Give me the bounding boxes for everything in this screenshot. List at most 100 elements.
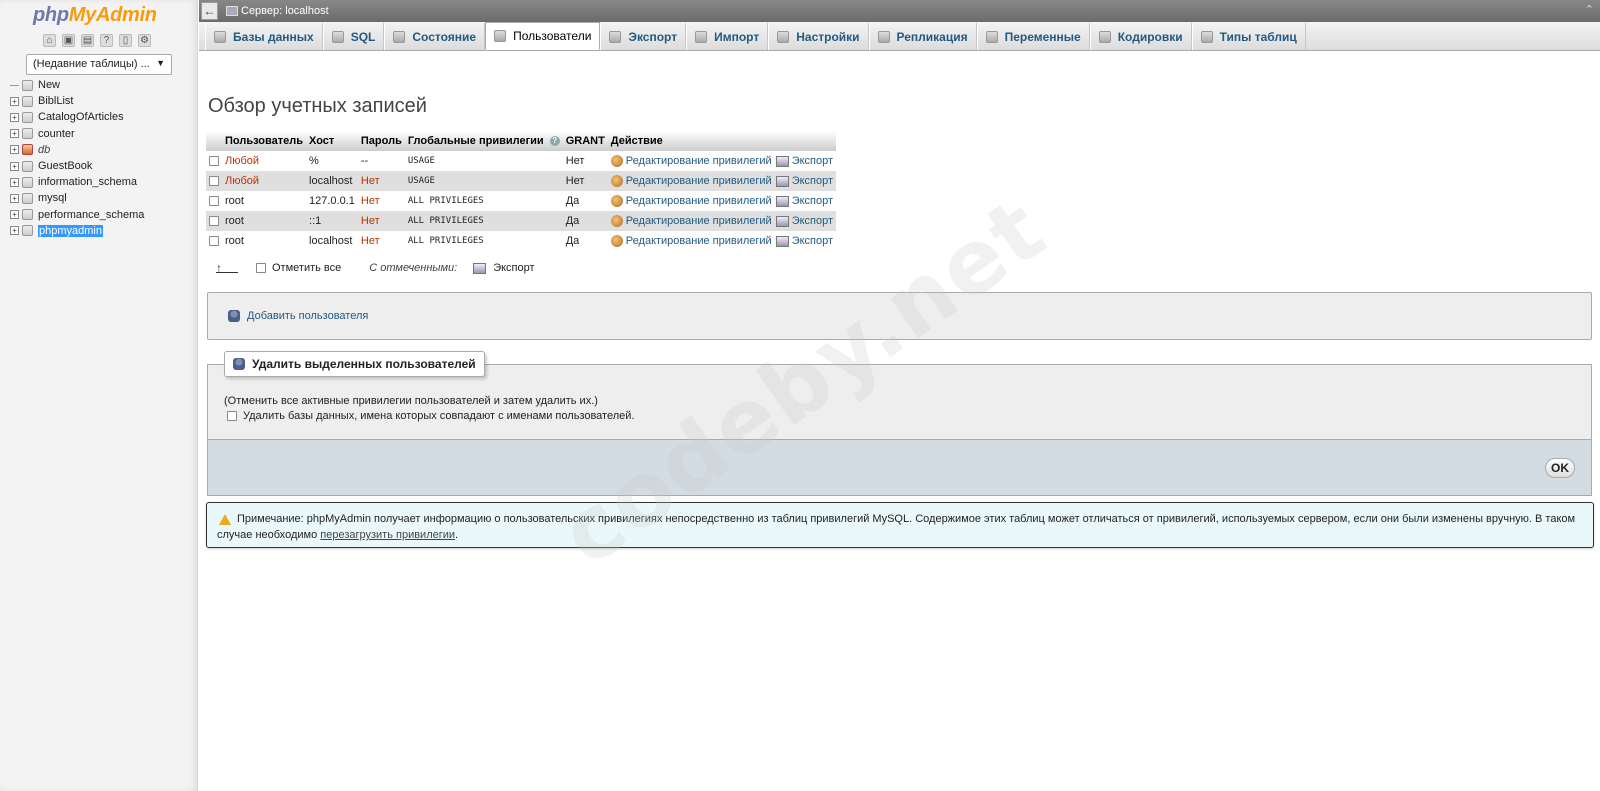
database-icon[interactable] [22,95,33,107]
expand-icon[interactable]: + [10,96,19,106]
tab-8[interactable]: Переменные [976,23,1090,50]
tab-0[interactable]: Базы данных [205,23,323,50]
export-icon[interactable] [775,195,789,207]
database-icon[interactable] [22,192,33,204]
check-all-checkbox[interactable] [256,263,266,273]
export-icon[interactable] [775,235,789,247]
phpmyadmin-logo[interactable]: phpMyAdmin [33,4,157,27]
expand-icon[interactable]: + [10,145,19,155]
drop-databases-label[interactable]: Удалить базы данных, имена которых совпа… [243,410,634,422]
query-icon[interactable]: ▤ [81,34,94,47]
row-checkbox[interactable] [209,196,219,207]
exit-icon[interactable]: ▣ [62,34,75,47]
help-icon[interactable]: ? [549,136,560,147]
expand-icon[interactable]: + [10,226,19,236]
tab-10[interactable]: Типы таблиц [1191,23,1306,50]
gear-icon[interactable]: ⚙ [138,34,151,47]
edit-privileges-icon[interactable] [610,195,623,208]
tree-item-catalogofarticles[interactable]: + CatalogOfArticles [10,109,144,125]
add-user-link[interactable]: Добавить пользователя [247,310,368,322]
expand-icon[interactable]: + [10,177,19,187]
tree-item-label[interactable]: CatalogOfArticles [38,111,124,123]
collapse-icon[interactable]: ⌃ [1585,3,1594,16]
header-global-privileges[interactable]: Глобальные привилегии? [404,131,563,151]
database-icon[interactable] [22,144,33,156]
tree-item-counter[interactable]: + counter [10,126,144,142]
export-link[interactable]: Экспорт [792,195,833,207]
tree-item-phpmyadmin[interactable]: + phpmyadmin [10,223,144,239]
tab-3[interactable]: Пользователи [485,22,601,50]
tab-9[interactable]: Кодировки [1089,23,1192,50]
tree-item-label[interactable]: performance_schema [38,209,144,221]
check-all-label[interactable]: Отметить все [272,262,341,274]
expand-icon[interactable]: + [10,193,19,203]
header-host[interactable]: Хост [306,131,358,151]
tab-2[interactable]: Состояние [384,23,486,50]
tab-4[interactable]: Экспорт [600,23,687,50]
tab-7[interactable]: Репликация [868,23,977,50]
edit-privileges-link[interactable]: Редактирование привилегий [626,155,772,167]
tree-item-label[interactable]: db [38,144,50,156]
add-user-icon[interactable] [228,310,240,322]
home-icon[interactable]: ⌂ [43,34,56,47]
reload-privileges-link[interactable]: перезагрузить привилегии [320,529,455,541]
tree-item-guestbook[interactable]: + GuestBook [10,158,144,174]
tree-item-label[interactable]: BiblList [38,95,73,107]
export-link[interactable]: Экспорт [792,175,833,187]
edit-privileges-icon[interactable] [610,215,623,228]
edit-privileges-link[interactable]: Редактирование привилегий [626,215,772,227]
database-icon[interactable] [22,160,33,172]
row-checkbox[interactable] [209,156,219,167]
database-icon[interactable] [22,209,33,221]
doc-page-icon[interactable]: ▯ [119,34,132,47]
edit-privileges-icon[interactable] [610,175,623,188]
tree-item-performance_schema[interactable]: + performance_schema [10,207,144,223]
drop-databases-checkbox[interactable] [227,411,237,421]
tree-item-label[interactable]: phpmyadmin [38,224,103,237]
header-grant[interactable]: GRANT [562,131,608,151]
row-checkbox[interactable] [209,236,219,247]
expand-icon[interactable]: + [10,129,19,139]
tab-1[interactable]: SQL [322,23,385,50]
database-icon[interactable] [22,176,33,188]
tree-item-mysql[interactable]: + mysql [10,190,144,206]
tree-item-label[interactable]: information_schema [38,176,137,188]
tree-item-db[interactable]: + db [10,142,144,158]
row-checkbox[interactable] [209,176,219,187]
edit-privileges-link[interactable]: Редактирование привилегий [626,195,772,207]
expand-icon[interactable]: + [10,161,19,171]
tree-item-information_schema[interactable]: + information_schema [10,174,144,190]
row-checkbox[interactable] [209,216,219,227]
tree-item-label[interactable]: New [38,79,60,91]
bulk-export-button[interactable]: Экспорт [493,262,534,274]
export-link[interactable]: Экспорт [792,155,833,167]
header-user[interactable]: Пользователь [222,131,307,151]
export-icon[interactable] [775,155,789,167]
expand-icon[interactable]: + [10,112,19,122]
expand-icon[interactable]: + [10,210,19,220]
database-icon[interactable] [22,225,33,237]
recent-tables-select[interactable]: (Недавние таблицы) ... ▼ [26,54,172,75]
tab-6[interactable]: Настройки [768,23,869,50]
back-arrow-icon[interactable]: ← [201,2,218,20]
export-link[interactable]: Экспорт [792,235,833,247]
edit-privileges-icon[interactable] [610,155,623,168]
tree-item-label[interactable]: counter [38,128,75,140]
edit-privileges-link[interactable]: Редактирование привилегий [626,235,772,247]
database-icon[interactable] [22,128,33,140]
export-icon[interactable] [775,175,789,187]
tree-item-label[interactable]: GuestBook [38,160,92,172]
new-database-icon[interactable] [22,79,33,91]
database-icon[interactable] [22,111,33,123]
export-icon[interactable] [473,262,487,274]
ok-button[interactable]: OK [1545,458,1575,478]
header-password[interactable]: Пароль [357,131,405,151]
export-icon[interactable] [775,215,789,227]
tree-item-label[interactable]: mysql [38,192,67,204]
server-breadcrumb[interactable]: Сервер: localhost [241,5,329,17]
export-link[interactable]: Экспорт [792,215,833,227]
tree-item-new[interactable]: New [10,77,144,93]
edit-privileges-icon[interactable] [610,235,623,248]
docs-icon[interactable]: ? [100,34,113,47]
tree-item-bibllist[interactable]: + BiblList [10,93,144,109]
